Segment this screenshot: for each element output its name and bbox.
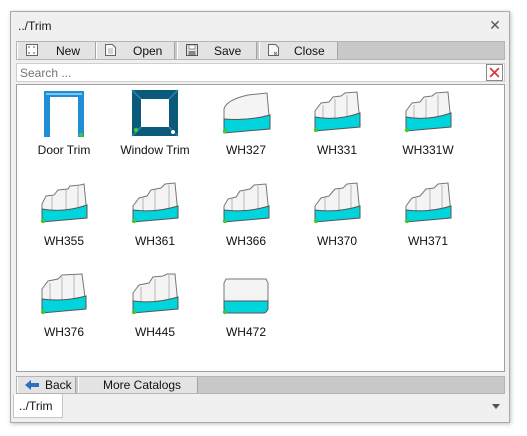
item-label: WH371 — [407, 234, 448, 248]
save-button[interactable]: Save — [177, 42, 257, 59]
item-label: WH472 — [225, 325, 266, 339]
save-label: Save — [214, 44, 242, 58]
tab-strip: ../Trim — [11, 394, 509, 422]
item-label: WH361 — [134, 234, 175, 248]
search-box — [16, 63, 505, 82]
item-label: WH376 — [43, 325, 84, 339]
tab-trim[interactable]: ../Trim — [13, 394, 63, 418]
item-label: WH331W — [402, 143, 454, 157]
trim-profile-icon — [131, 273, 179, 315]
trim-profile-icon — [404, 91, 452, 133]
catalog-window: ../Trim ✕ New Open Save Close Search ...… — [10, 11, 510, 423]
catalog-item-wh376[interactable]: WH376 — [19, 267, 109, 355]
item-label: WH445 — [134, 325, 175, 339]
save-disk-icon — [186, 44, 198, 56]
catalog-item-wh472[interactable]: WH472 — [201, 267, 291, 355]
bottom-bar: Back More Catalogs — [16, 376, 505, 394]
catalog-item-wh361[interactable]: WH361 — [110, 176, 200, 264]
trim-profile-icon — [222, 183, 270, 224]
close-file-icon — [268, 44, 279, 56]
trim-profile-icon — [222, 278, 269, 315]
item-label: WH331 — [316, 143, 357, 157]
catalog-item-wh331[interactable]: WH331 — [292, 85, 382, 173]
window-trim-icon — [131, 89, 179, 137]
item-label: WH366 — [225, 234, 266, 248]
close-label: Close — [294, 44, 325, 58]
door-trim-icon — [44, 91, 84, 138]
catalog-grid: Door Trim Window Trim WH327 WH331 WH331W… — [16, 84, 505, 372]
catalog-item-window-trim[interactable]: Window Trim — [110, 85, 200, 173]
catalog-item-door-trim[interactable]: Door Trim — [19, 85, 109, 173]
trim-profile-icon — [313, 91, 361, 133]
close-window-icon[interactable]: ✕ — [487, 17, 503, 33]
catalog-item-wh327[interactable]: WH327 — [201, 85, 291, 173]
item-label: WH355 — [43, 234, 84, 248]
item-label: WH370 — [316, 234, 357, 248]
trim-profile-icon — [313, 182, 361, 224]
item-label: WH327 — [225, 143, 266, 157]
trim-profile-icon — [404, 182, 452, 224]
catalog-item-wh445[interactable]: WH445 — [110, 267, 200, 355]
trim-profile-icon — [40, 273, 87, 315]
title-bar: ../Trim ✕ — [11, 12, 509, 39]
item-label: Door Trim — [37, 143, 91, 157]
catalog-item-wh371[interactable]: WH371 — [383, 176, 473, 264]
back-arrow-icon — [25, 380, 39, 390]
open-file-icon — [105, 44, 116, 56]
trim-profile-icon — [222, 92, 271, 134]
clear-search-icon[interactable] — [486, 64, 503, 81]
tab-label: ../Trim — [19, 399, 53, 413]
search-input[interactable] — [20, 65, 475, 80]
catalog-item-wh370[interactable]: WH370 — [292, 176, 382, 264]
new-label: New — [56, 44, 81, 58]
open-label: Open — [133, 44, 163, 58]
tab-dropdown-icon[interactable] — [492, 404, 500, 409]
more-catalogs-label: More Catalogs — [103, 378, 182, 392]
toolbar: New Open Save Close — [16, 41, 505, 60]
trim-profile-icon — [40, 183, 88, 224]
catalog-item-wh366[interactable]: WH366 — [201, 176, 291, 264]
more-catalogs-button[interactable]: More Catalogs — [78, 377, 198, 393]
catalog-item-wh331w[interactable]: WH331W — [383, 85, 473, 173]
trim-profile-icon — [131, 182, 179, 224]
new-file-icon — [26, 44, 38, 56]
window-title: ../Trim — [18, 19, 52, 33]
catalog-item-wh355[interactable]: WH355 — [19, 176, 109, 264]
new-button[interactable]: New — [17, 42, 96, 59]
back-label: Back — [45, 378, 72, 392]
close-button[interactable]: Close — [259, 42, 338, 59]
item-label: Window Trim — [120, 143, 190, 157]
open-button[interactable]: Open — [96, 42, 175, 59]
back-button[interactable]: Back — [17, 377, 76, 393]
